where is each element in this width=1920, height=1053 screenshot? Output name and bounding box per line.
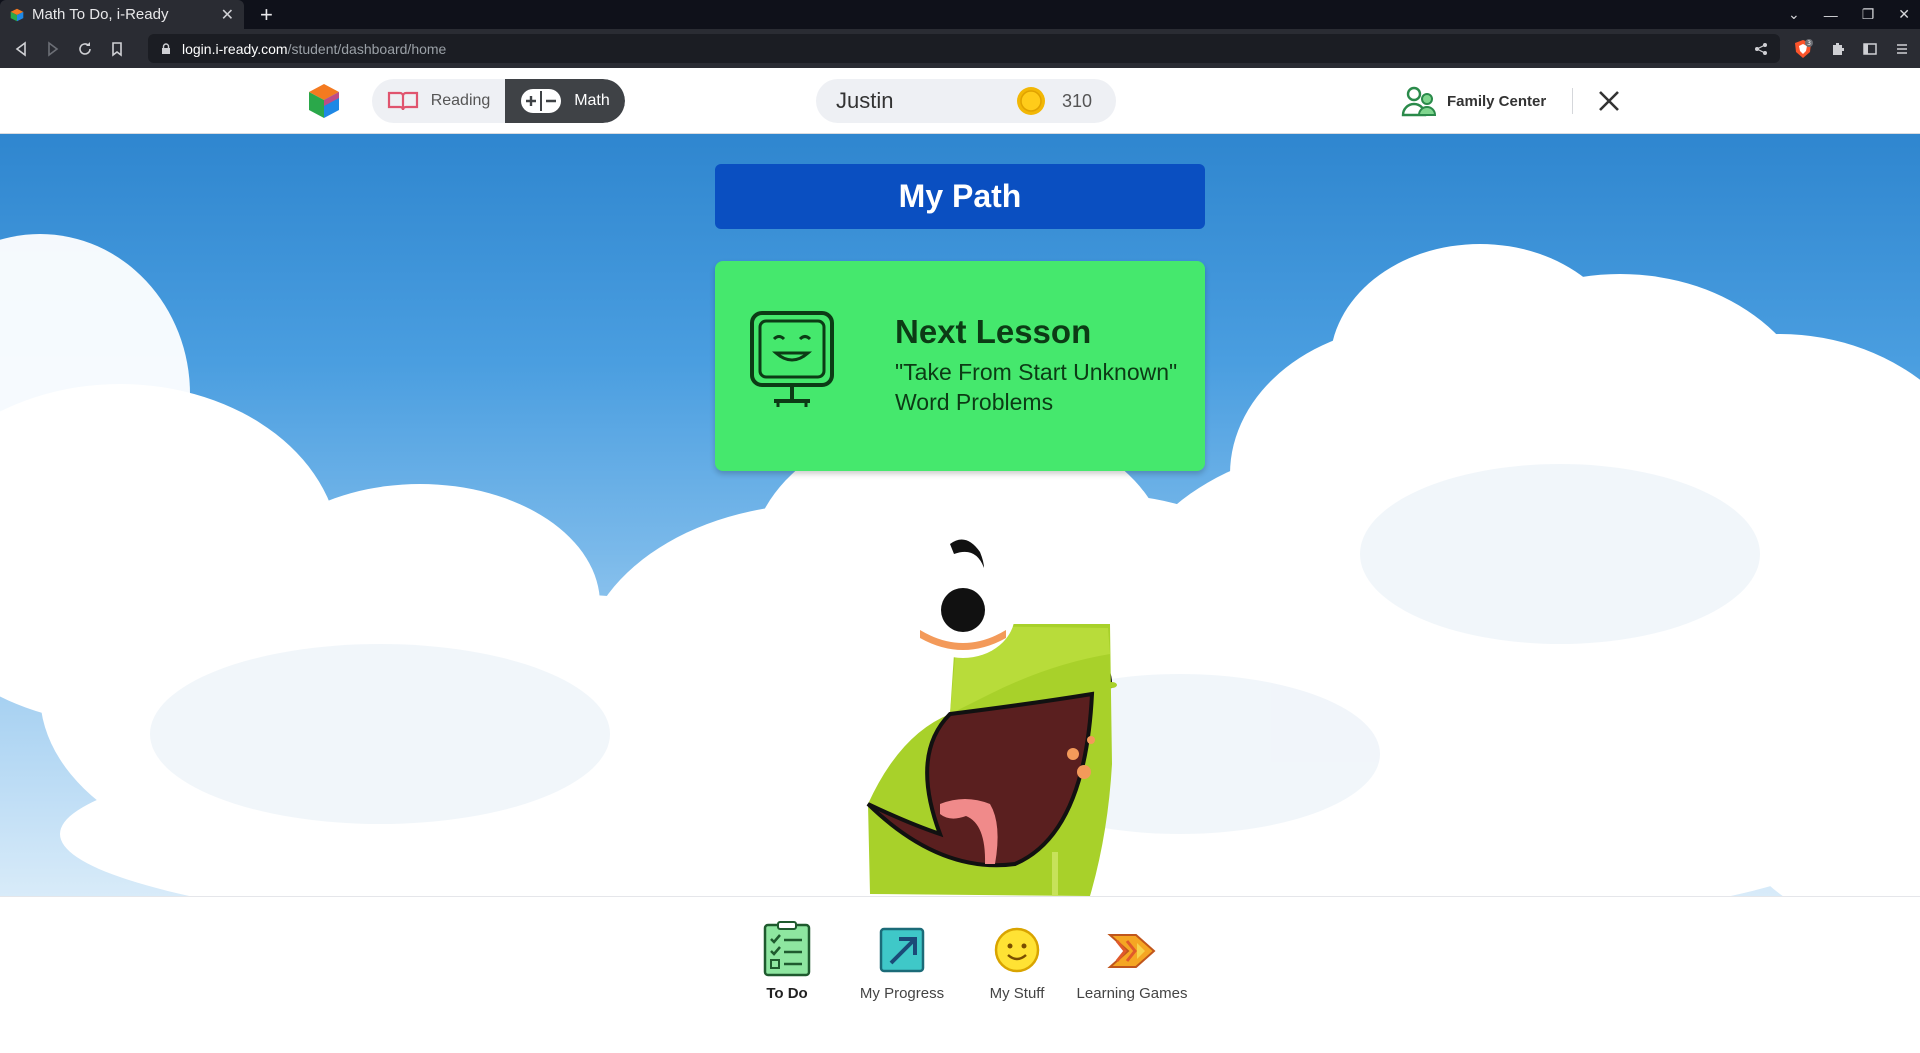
brave-badge: 3 — [1807, 40, 1811, 47]
minimize-icon[interactable]: — — [1824, 7, 1838, 23]
url-domain: login.i-ready.com — [182, 40, 288, 57]
nav-to-do[interactable]: To Do — [727, 921, 847, 1002]
iready-logo-icon[interactable] — [307, 82, 341, 120]
new-tab-button[interactable]: + — [260, 0, 273, 29]
lesson-title-line2: Word Problems — [895, 389, 1054, 415]
nav-learning-games[interactable]: Learning Games — [1072, 921, 1192, 1002]
forward-button[interactable] — [42, 38, 64, 60]
checklist-icon — [763, 921, 811, 977]
nav-my-stuff[interactable]: My Stuff — [957, 921, 1077, 1002]
window-close-icon[interactable]: ✕ — [1898, 6, 1910, 23]
sidebar-icon[interactable] — [1862, 41, 1878, 57]
share-icon[interactable] — [1754, 42, 1768, 56]
family-center-link[interactable]: Family Center — [1401, 83, 1546, 119]
app-header: Reading Math Justin 310 Family Center — [0, 68, 1920, 134]
tab-close-icon[interactable]: ✕ — [221, 5, 234, 25]
bottom-nav: To Do My Progress My Stuff Learning Game… — [0, 896, 1920, 1053]
progress-arrow-icon — [879, 927, 925, 973]
next-lesson-card[interactable]: Next Lesson "Take From Start Unknown" Wo… — [715, 261, 1205, 471]
coin-count: 310 — [1061, 90, 1092, 111]
lock-icon — [162, 42, 170, 54]
reading-label: Reading — [430, 92, 491, 109]
smiley-icon — [994, 927, 1040, 973]
family-icon — [1401, 86, 1437, 117]
tab-list-chevron-icon[interactable]: ⌄ — [1788, 6, 1800, 23]
nav-my-progress[interactable]: My Progress — [842, 921, 962, 1002]
coin-icon — [1016, 87, 1045, 115]
extensions-icon[interactable] — [1830, 41, 1846, 57]
header-divider — [1572, 88, 1573, 114]
subject-toggle: Reading Math — [372, 79, 625, 123]
back-arrow-icon — [15, 40, 26, 57]
reload-button[interactable] — [74, 38, 96, 60]
bookmark-icon — [112, 41, 122, 57]
nav-to-do-label: To Do — [766, 985, 808, 1002]
math-label: Math — [574, 92, 610, 109]
nav-my-stuff-label: My Stuff — [989, 985, 1045, 1002]
mascot-character — [866, 539, 1117, 896]
restore-icon[interactable]: ❐ — [1862, 6, 1875, 23]
smiling-monitor-icon — [750, 311, 834, 407]
user-name: Justin — [836, 88, 894, 113]
reload-icon — [79, 41, 91, 55]
next-lesson-heading: Next Lesson — [895, 313, 1092, 350]
lesson-title: "Take From Start Unknown" Word Problems — [895, 357, 1177, 417]
address-bar: login.i-ready.com/student/dashboard/home… — [0, 29, 1920, 68]
toolbar-right: 3 — [1792, 38, 1910, 60]
nav-learning-games-label: Learning Games — [1076, 985, 1188, 1002]
back-button[interactable] — [10, 38, 32, 60]
nav-my-progress-label: My Progress — [859, 985, 945, 1002]
user-pill: Justin 310 — [816, 79, 1116, 123]
plus-minus-icon — [521, 89, 562, 113]
my-path-banner: My Path — [715, 164, 1205, 229]
window-controls: ⌄ — ❐ ✕ — [1788, 0, 1910, 29]
main-content: My Path Next Lesson "Take From Start Unk… — [0, 134, 1920, 896]
math-tab[interactable]: Math — [505, 79, 625, 123]
browser-tab-bar: Math To Do, i-Ready ✕ + ⌄ — ❐ ✕ — [0, 0, 1920, 29]
book-icon — [387, 91, 418, 111]
lesson-title-line1: "Take From Start Unknown" — [895, 359, 1178, 385]
iready-favicon-icon — [10, 8, 24, 21]
bookmark-button[interactable] — [106, 38, 128, 60]
games-chevron-icon — [1107, 934, 1156, 968]
url-field[interactable]: login.i-ready.com/student/dashboard/home — [148, 34, 1780, 63]
family-center-label: Family Center — [1447, 92, 1547, 110]
url-path: /student/dashboard/home — [287, 40, 447, 57]
tab-title: Math To Do, i-Ready — [32, 6, 169, 23]
reading-tab[interactable]: Reading — [372, 79, 505, 123]
close-icon[interactable] — [1596, 88, 1622, 114]
forward-arrow-icon — [48, 40, 59, 57]
brave-shield-icon[interactable]: 3 — [1792, 38, 1814, 60]
browser-tab[interactable]: Math To Do, i-Ready ✕ — [0, 0, 244, 29]
menu-icon[interactable] — [1894, 41, 1910, 57]
